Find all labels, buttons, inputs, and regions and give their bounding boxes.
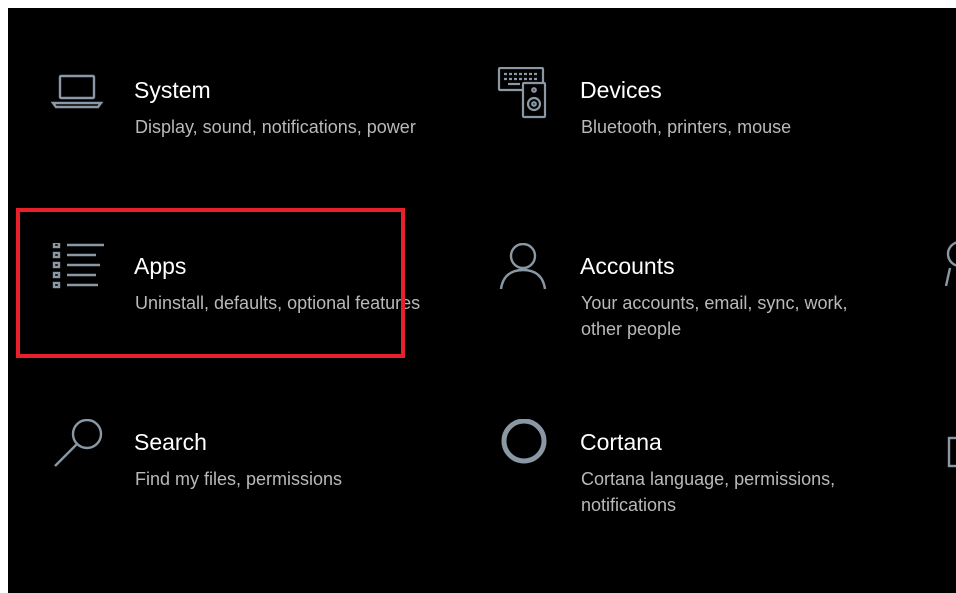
tile-description: Uninstall, defaults, optional features	[135, 293, 421, 313]
tile-title: Cortana	[580, 429, 662, 455]
tile-cortana[interactable]: Cortana Cortana language, permissions, n…	[496, 419, 896, 549]
laptop-icon	[50, 67, 110, 127]
tile-title: Accounts	[580, 253, 675, 279]
privacy-icon	[946, 436, 956, 496]
tile-description: Your accounts, email, sync, work, other …	[581, 293, 848, 339]
person-icon	[496, 243, 556, 303]
settings-grid: System Display, sound, notifications, po…	[8, 8, 956, 593]
tile-accounts[interactable]: Accounts Your accounts, email, sync, wor…	[496, 243, 896, 373]
tile-title: Apps	[134, 253, 187, 279]
tile-system[interactable]: System Display, sound, notifications, po…	[50, 67, 450, 197]
search-icon	[50, 419, 110, 479]
tile-description: Cortana language, permissions, notificat…	[581, 469, 836, 515]
tile-title: Devices	[580, 77, 662, 103]
apps-list-icon	[50, 243, 110, 303]
time-language-icon	[940, 240, 956, 300]
tile-title: System	[134, 77, 211, 103]
tile-description: Bluetooth, printers, mouse	[581, 117, 792, 137]
tile-description: Display, sound, notifications, power	[135, 117, 416, 137]
tile-apps[interactable]: Apps Uninstall, defaults, optional featu…	[50, 243, 450, 373]
tile-search[interactable]: Search Find my files, permissions	[50, 419, 450, 549]
tile-title: Search	[134, 429, 207, 455]
cortana-icon	[496, 419, 556, 479]
tile-devices[interactable]: Devices Bluetooth, printers, mouse	[496, 67, 896, 197]
tile-description: Find my files, permissions	[135, 469, 343, 489]
devices-icon	[496, 67, 556, 127]
